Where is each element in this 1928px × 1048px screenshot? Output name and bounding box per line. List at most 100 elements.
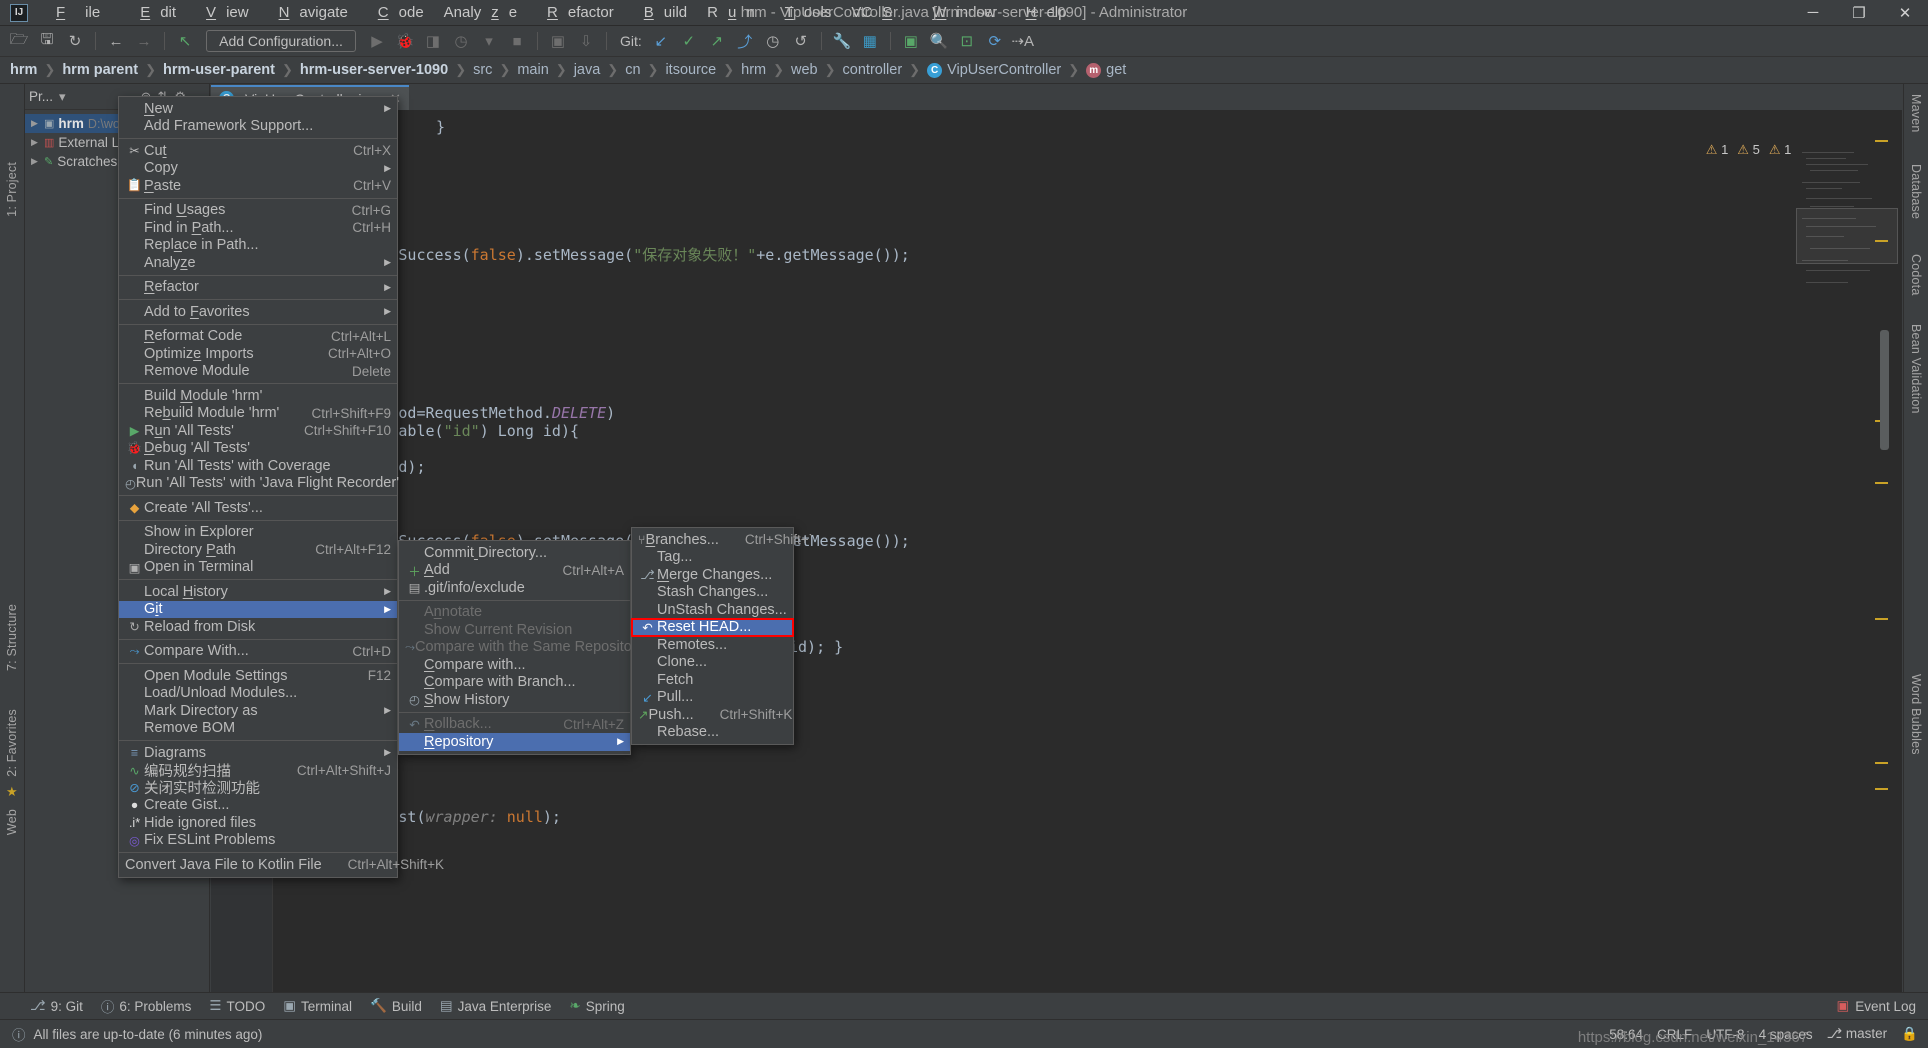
- scroll-marker-warning[interactable]: [1875, 618, 1888, 620]
- menu-item-remove-module[interactable]: Remove Module Delete: [119, 363, 397, 381]
- menu-item-refactor[interactable]: Refactor ▶: [119, 279, 397, 297]
- maximize-button[interactable]: ❐: [1836, 0, 1882, 25]
- debug-icon[interactable]: 🐞: [392, 29, 418, 53]
- menu-tools[interactable]: Tools: [765, 2, 842, 23]
- tool-window-terminal[interactable]: ▣ Terminal: [283, 998, 352, 1014]
- chevron-right-icon[interactable]: ▶: [31, 156, 40, 167]
- menu-item-rebuild-module-hrm[interactable]: Rebuild Module 'hrm' Ctrl+Shift+F9: [119, 405, 397, 423]
- menu-item-create-gist[interactable]: ● Create Gist...: [119, 797, 397, 815]
- breadcrumb-item[interactable]: cn: [625, 62, 640, 78]
- tool-window-spring[interactable]: ❧ Spring: [569, 998, 624, 1014]
- repo-menu-item-tag[interactable]: Tag...: [632, 549, 793, 567]
- menu-item-find-usages[interactable]: Find Usages Ctrl+G: [119, 202, 397, 220]
- editor-scrollbar-thumb[interactable]: [1880, 330, 1889, 450]
- scroll-marker-warning[interactable]: [1875, 140, 1888, 142]
- menu-item-关闭实时检测功能[interactable]: ⊘ 关闭实时检测功能: [119, 779, 397, 797]
- run-configuration-selector[interactable]: Add Configuration...: [206, 30, 356, 52]
- minimize-button[interactable]: ─: [1790, 0, 1836, 25]
- inspect-icon[interactable]: ⊡: [954, 29, 980, 53]
- git-menu-item-show-history[interactable]: ◴ Show History: [399, 691, 630, 709]
- repo-menu-item-branches[interactable]: ⑂ Branches... Ctrl+Shift+`: [632, 531, 813, 549]
- breadcrumb-item[interactable]: hrm-user-server-1090: [300, 62, 448, 78]
- menu-item-replace-in-path[interactable]: Replace in Path...: [119, 237, 397, 255]
- menu-item-open-module-settings[interactable]: Open Module Settings F12: [119, 667, 397, 685]
- breadcrumb-item[interactable]: hrm-user-parent: [163, 62, 275, 78]
- tool-window-git[interactable]: ⎇ 9: Git: [30, 998, 83, 1014]
- right-tool-strip[interactable]: Maven Database Codota Bean Validation Wo…: [1903, 84, 1928, 992]
- menu-help[interactable]: Help: [1006, 2, 1077, 23]
- editor-tab-strip[interactable]: C VipUserController.java ✕: [211, 84, 1902, 110]
- chevron-right-icon[interactable]: ▶: [31, 118, 40, 129]
- menu-item-reformat-code[interactable]: Reformat Code Ctrl+Alt+L: [119, 328, 397, 346]
- menu-code[interactable]: Code: [358, 2, 434, 23]
- jump-to-source-icon[interactable]: ↖: [172, 29, 198, 53]
- menu-item-add-framework-support[interactable]: Add Framework Support...: [119, 118, 397, 136]
- tool-window-java-enterprise[interactable]: ▤ Java Enterprise: [440, 998, 552, 1014]
- menu-item-reload-from-disk[interactable]: ↻ Reload from Disk: [119, 618, 397, 636]
- menu-item-local-history[interactable]: Local History ▶: [119, 583, 397, 601]
- save-all-icon[interactable]: 🖫: [34, 29, 60, 53]
- deploy-icon[interactable]: ⇩: [573, 29, 599, 53]
- menu-item-git[interactable]: Git ▶: [119, 600, 397, 618]
- run-coverage-icon[interactable]: ◨: [420, 29, 446, 53]
- git-menu-item-add[interactable]: ＋ Add Ctrl+Alt+A: [399, 562, 630, 580]
- menu-item-load-unload-modules[interactable]: Load/Unload Modules...: [119, 685, 397, 703]
- menu-item-copy[interactable]: Copy ▶: [119, 160, 397, 178]
- breadcrumb-item[interactable]: get: [1106, 62, 1126, 78]
- sidebar-item-favorites[interactable]: 2: Favorites: [5, 709, 19, 777]
- dropdown-icon[interactable]: ▾: [476, 29, 502, 53]
- sidebar-item-codota[interactable]: Codota: [1909, 254, 1923, 296]
- menu-refactor[interactable]: Refactor: [527, 2, 624, 23]
- git-push-icon[interactable]: ↗: [704, 29, 730, 53]
- rollback-icon[interactable]: ↺: [788, 29, 814, 53]
- forward-arrow-icon[interactable]: →: [131, 29, 157, 53]
- code-minimap[interactable]: [1792, 136, 1902, 992]
- breadcrumb[interactable]: hrm ❯ hrm parent ❯ hrm-user-parent ❯ hrm…: [0, 57, 1928, 84]
- sidebar-item-project[interactable]: 1: Project: [5, 162, 19, 217]
- breadcrumb-item[interactable]: controller: [843, 62, 903, 78]
- git-submenu[interactable]: Commit Directory... ＋ Add Ctrl+Alt+A ▤ .git/i…: [398, 540, 696, 755]
- project-panel-title[interactable]: Pr...: [29, 89, 53, 104]
- search-icon[interactable]: 🔍: [926, 29, 952, 53]
- menu-item-fix-eslint-problems[interactable]: ◎ Fix ESLint Problems: [119, 832, 397, 850]
- git-commit-icon[interactable]: ✓: [676, 29, 702, 53]
- history-icon[interactable]: ◷: [760, 29, 786, 53]
- breadcrumb-item[interactable]: java: [574, 62, 601, 78]
- wrench-icon[interactable]: 🔧: [829, 29, 855, 53]
- repo-menu-item-push[interactable]: ↗ Push... Ctrl+Shift+K: [632, 706, 793, 724]
- menu-item-directory-path[interactable]: Directory Path Ctrl+Alt+F12: [119, 541, 397, 559]
- menu-item-add-to-favorites[interactable]: Add to Favorites ▶: [119, 303, 397, 321]
- scroll-marker-warning[interactable]: [1875, 482, 1888, 484]
- menu-item-hide-ignored-files[interactable]: .i* Hide ignored files: [119, 814, 397, 832]
- menu-item-run-all-tests-with-java-flight-recorder[interactable]: ◴ Run 'All Tests' with 'Java Flight Recor…: [119, 475, 399, 493]
- menu-item-show-in-explorer[interactable]: Show in Explorer: [119, 524, 397, 542]
- git-update-icon[interactable]: ↙: [648, 29, 674, 53]
- sidebar-item-structure[interactable]: 7: Structure: [5, 604, 19, 671]
- git-menu-item-repository[interactable]: Repository ▶: [399, 733, 630, 751]
- sidebar-item-web[interactable]: Web: [5, 809, 19, 835]
- event-log-button[interactable]: ▣ Event Log: [1836, 998, 1928, 1014]
- menu-item-analyze[interactable]: Analyze ▶: [119, 254, 397, 272]
- chevron-right-icon[interactable]: ▶: [31, 137, 40, 148]
- git-branch-icon[interactable]: ⤴: [732, 29, 758, 53]
- tool-window-bar[interactable]: ⎇ 9: Git ⓘ 6: Problems ☰ TODO ▣ Terminal 🔨 Bu…: [0, 992, 1928, 1019]
- minimap-viewport[interactable]: [1796, 208, 1898, 264]
- tool-window-build[interactable]: 🔨 Build: [370, 998, 422, 1014]
- file-context-menu[interactable]: New ▶ Add Framework Support... ✂ Cut Ctrl+X Co…: [118, 96, 444, 878]
- menu-item-mark-directory-as[interactable]: Mark Directory as ▶: [119, 702, 397, 720]
- stop-icon[interactable]: ■: [504, 29, 530, 53]
- scroll-marker-warning[interactable]: [1875, 762, 1888, 764]
- scroll-marker-warning[interactable]: [1875, 240, 1888, 242]
- open-folder-icon[interactable]: 🗁: [6, 29, 32, 53]
- sidebar-item-bean-validation[interactable]: Bean Validation: [1909, 324, 1923, 414]
- menu-item-create-all-tests[interactable]: ◆ Create 'All Tests'...: [119, 499, 397, 517]
- menu-item-compare-with[interactable]: ⤳ Compare With... Ctrl+D: [119, 643, 397, 661]
- menu-item-find-in-path[interactable]: Find in Path... Ctrl+H: [119, 219, 397, 237]
- sidebar-item-maven[interactable]: Maven: [1909, 94, 1923, 133]
- git-menu-item-compare-with-branch[interactable]: Compare with Branch...: [399, 674, 630, 692]
- structure-icon[interactable]: ▦: [857, 29, 883, 53]
- breadcrumb-item[interactable]: VipUserController: [947, 62, 1061, 78]
- sidebar-item-word-bubbles[interactable]: Word Bubbles: [1909, 674, 1923, 755]
- menu-edit[interactable]: Edit: [120, 2, 186, 23]
- repo-menu-item-fetch[interactable]: Fetch: [632, 671, 793, 689]
